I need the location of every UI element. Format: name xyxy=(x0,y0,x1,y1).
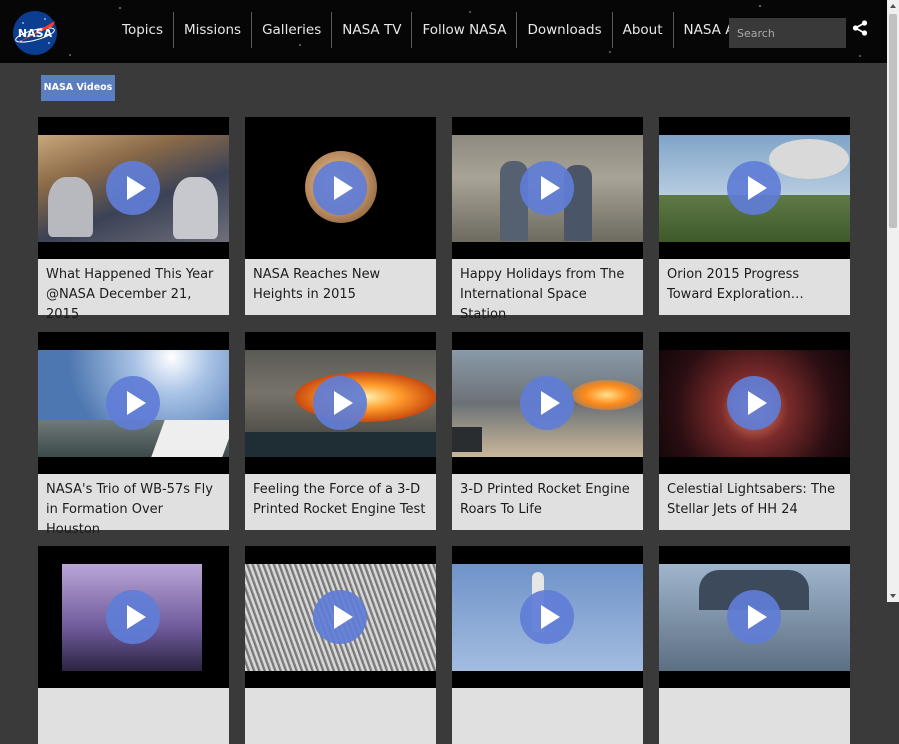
video-thumbnail[interactable] xyxy=(38,117,229,259)
video-card[interactable] xyxy=(452,546,643,744)
vertical-scrollbar[interactable] xyxy=(887,0,899,602)
video-card[interactable]: NASA's Trio of WB-57s Fly in Formation O… xyxy=(38,332,229,537)
video-title[interactable]: Feeling the Force of a 3-D Printed Rocke… xyxy=(245,474,436,530)
video-thumbnail[interactable] xyxy=(659,546,850,688)
video-title[interactable] xyxy=(452,688,643,744)
video-thumbnail[interactable] xyxy=(659,332,850,474)
scroll-down-arrow-icon[interactable] xyxy=(887,590,899,602)
play-icon[interactable] xyxy=(520,376,574,430)
video-thumbnail[interactable] xyxy=(245,117,436,259)
video-title[interactable]: NASA Reaches New Heights in 2015 xyxy=(245,259,436,315)
video-thumbnail[interactable] xyxy=(659,117,850,259)
video-title[interactable]: 3-D Printed Rocket Engine Roars To Life xyxy=(452,474,643,530)
site-header: NASA Topics Missions Galleries NASA TV F… xyxy=(0,0,887,63)
play-icon[interactable] xyxy=(106,376,160,430)
nav-downloads[interactable]: Downloads xyxy=(516,12,611,48)
nav-nasa-tv[interactable]: NASA TV xyxy=(331,12,411,48)
nav-follow-nasa[interactable]: Follow NASA xyxy=(411,12,516,48)
play-icon[interactable] xyxy=(727,161,781,215)
video-title[interactable]: NASA's Trio of WB-57s Fly in Formation O… xyxy=(38,474,229,537)
video-card[interactable]: Feeling the Force of a 3-D Printed Rocke… xyxy=(245,332,436,530)
share-icon[interactable] xyxy=(852,20,868,36)
play-icon[interactable] xyxy=(313,590,367,644)
video-card[interactable]: Celestial Lightsabers: The Stellar Jets … xyxy=(659,332,850,530)
play-icon[interactable] xyxy=(313,161,367,215)
video-thumbnail[interactable] xyxy=(452,117,643,259)
main-nav: Topics Missions Galleries NASA TV Follow… xyxy=(114,12,805,48)
nav-missions[interactable]: Missions xyxy=(173,12,251,48)
video-card[interactable]: Happy Holidays from The International Sp… xyxy=(452,117,643,322)
video-thumbnail[interactable] xyxy=(452,546,643,688)
play-icon[interactable] xyxy=(727,376,781,430)
nav-topics[interactable]: Topics xyxy=(114,12,173,48)
nav-galleries[interactable]: Galleries xyxy=(251,12,331,48)
video-card[interactable]: Orion 2015 Progress Toward Exploration… xyxy=(659,117,850,315)
play-icon[interactable] xyxy=(313,376,367,430)
video-thumbnail[interactable] xyxy=(38,332,229,474)
play-icon[interactable] xyxy=(106,590,160,644)
video-title[interactable] xyxy=(659,688,850,744)
play-icon[interactable] xyxy=(520,161,574,215)
video-title[interactable]: Celestial Lightsabers: The Stellar Jets … xyxy=(659,474,850,530)
svg-text:NASA: NASA xyxy=(18,27,53,40)
video-title[interactable] xyxy=(38,688,229,744)
video-title[interactable]: Happy Holidays from The International Sp… xyxy=(452,259,643,322)
nasa-logo[interactable]: NASA xyxy=(11,9,59,57)
scroll-up-arrow-icon[interactable] xyxy=(887,0,899,12)
category-tag[interactable]: NASA Videos xyxy=(41,75,115,101)
video-card[interactable] xyxy=(38,546,229,744)
nav-about[interactable]: About xyxy=(611,12,673,48)
video-card[interactable] xyxy=(245,546,436,744)
video-title[interactable]: Orion 2015 Progress Toward Exploration… xyxy=(659,259,850,315)
play-icon[interactable] xyxy=(106,161,160,215)
video-thumbnail[interactable] xyxy=(452,332,643,474)
video-title[interactable]: What Happened This Year @NASA December 2… xyxy=(38,259,229,322)
play-icon[interactable] xyxy=(520,590,574,644)
scrollbar-thumb[interactable] xyxy=(889,14,897,228)
video-card[interactable]: 3-D Printed Rocket Engine Roars To Life xyxy=(452,332,643,530)
video-thumbnail[interactable] xyxy=(245,546,436,688)
play-icon[interactable] xyxy=(727,590,781,644)
search-input[interactable] xyxy=(729,18,846,48)
video-title[interactable] xyxy=(245,688,436,744)
video-thumbnail[interactable] xyxy=(38,546,229,688)
video-card[interactable]: NASA Reaches New Heights in 2015 xyxy=(245,117,436,315)
video-card[interactable]: What Happened This Year @NASA December 2… xyxy=(38,117,229,322)
video-thumbnail[interactable] xyxy=(245,332,436,474)
video-card[interactable] xyxy=(659,546,850,744)
